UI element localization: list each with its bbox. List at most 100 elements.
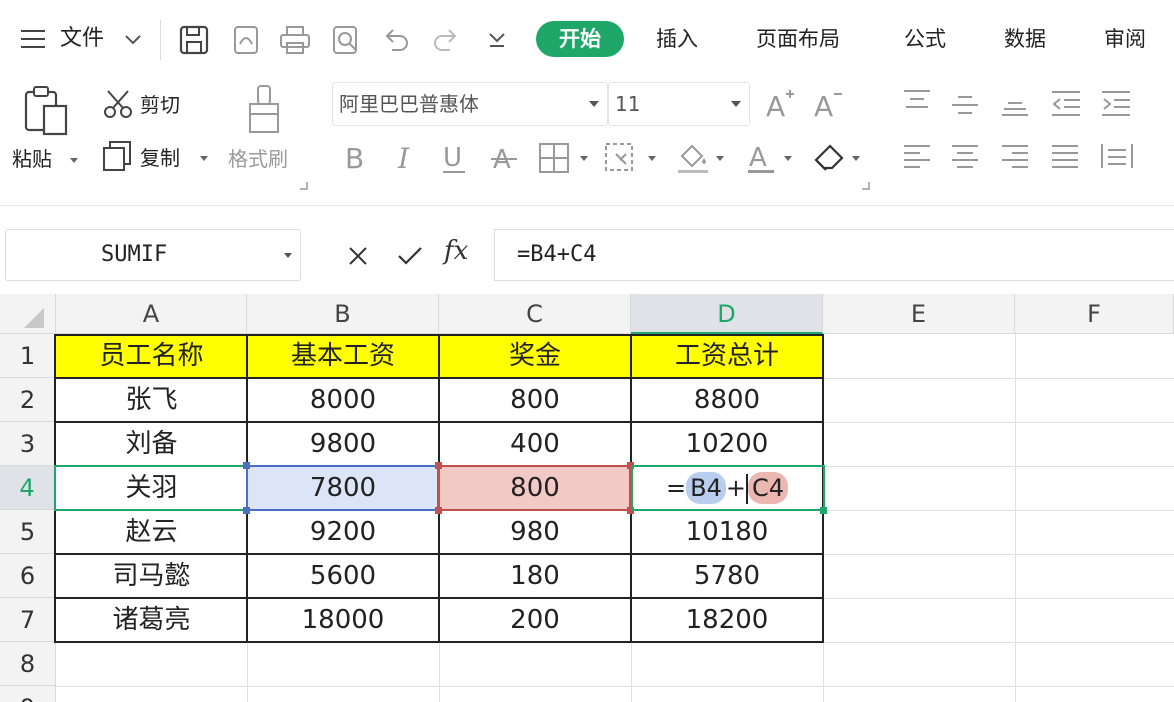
align-bottom-icon[interactable] — [1000, 88, 1030, 118]
italic-icon[interactable]: I — [394, 140, 418, 174]
formula-input[interactable]: =B4+C4 — [494, 229, 1174, 281]
resize-handle[interactable] — [243, 507, 250, 514]
tab-home[interactable]: 开始 — [536, 21, 624, 57]
row-header-3[interactable]: 3 — [0, 422, 56, 466]
font-group-launcher-icon[interactable] — [862, 182, 870, 190]
undo-icon[interactable] — [380, 24, 412, 56]
customize-toolbar-icon[interactable] — [488, 32, 506, 48]
cell-c1[interactable]: 奖金 — [439, 334, 631, 378]
increase-font-size-icon[interactable]: A — [764, 86, 798, 120]
column-header-d[interactable]: D — [631, 294, 823, 334]
fill-color-icon[interactable] — [676, 140, 712, 176]
tab-formulas[interactable]: 公式 — [904, 22, 946, 56]
name-box[interactable]: SUMIF — [5, 229, 301, 281]
save-icon[interactable] — [178, 24, 210, 56]
cell-d2[interactable]: 8800 — [631, 378, 823, 422]
cell-a7[interactable]: 诸葛亮 — [56, 598, 247, 642]
align-center-icon[interactable] — [950, 142, 980, 172]
cell-d3[interactable]: 10200 — [631, 422, 823, 466]
cell-b1[interactable]: 基本工资 — [247, 334, 439, 378]
column-header-e[interactable]: E — [823, 294, 1015, 334]
format-painter-button[interactable]: 格式刷 — [228, 146, 288, 172]
cell-d5[interactable]: 10180 — [631, 510, 823, 554]
cell-c3[interactable]: 400 — [439, 422, 631, 466]
column-header-b[interactable]: B — [247, 294, 439, 334]
paste-icon[interactable] — [22, 84, 70, 136]
borders-icon[interactable] — [538, 142, 570, 174]
redo-icon[interactable] — [430, 24, 462, 56]
tab-insert[interactable]: 插入 — [656, 22, 698, 56]
fill-color-dropdown-caret[interactable] — [716, 156, 724, 161]
format-painter-icon[interactable] — [244, 84, 284, 136]
cell-d6[interactable]: 5780 — [631, 554, 823, 598]
insert-function-button[interactable]: fx — [444, 236, 468, 266]
cell-fill-icon[interactable] — [604, 142, 638, 174]
clear-format-dropdown-caret[interactable] — [852, 156, 860, 161]
cell-c2[interactable]: 800 — [439, 378, 631, 422]
cell-c6[interactable]: 180 — [439, 554, 631, 598]
tab-review[interactable]: 审阅 — [1104, 22, 1146, 56]
group-launcher-icon[interactable] — [300, 182, 308, 190]
cell-d1[interactable]: 工资总计 — [631, 334, 823, 378]
paste-button[interactable]: 粘贴 — [12, 146, 52, 172]
row-header-7[interactable]: 7 — [0, 598, 56, 642]
cell-c7[interactable]: 200 — [439, 598, 631, 642]
tab-data[interactable]: 数据 — [1004, 22, 1046, 56]
cell-d7[interactable]: 18200 — [631, 598, 823, 642]
copy-dropdown-caret[interactable] — [200, 156, 208, 161]
tab-page-layout[interactable]: 页面布局 — [756, 22, 840, 56]
font-color-icon[interactable]: A — [746, 140, 778, 176]
bold-icon[interactable]: B — [342, 140, 370, 174]
increase-indent-icon[interactable] — [1100, 88, 1132, 118]
font-name-select[interactable]: 阿里巴巴普惠体 — [332, 82, 608, 126]
fill-handle[interactable] — [820, 507, 827, 514]
cell-a6[interactable]: 司马懿 — [56, 554, 247, 598]
distributed-align-icon[interactable] — [1100, 140, 1134, 172]
cell-a1[interactable]: 员工名称 — [56, 334, 247, 378]
resize-handle[interactable] — [435, 507, 442, 514]
resize-handle[interactable] — [435, 462, 442, 469]
column-header-c[interactable]: C — [439, 294, 631, 334]
column-header-a[interactable]: A — [56, 294, 247, 334]
decrease-font-size-icon[interactable]: A — [812, 86, 846, 120]
cell-a5[interactable]: 赵云 — [56, 510, 247, 554]
row-header-1[interactable]: 1 — [0, 334, 56, 378]
select-all-button[interactable] — [0, 294, 56, 334]
align-top-icon[interactable] — [902, 88, 932, 118]
underline-icon[interactable]: U — [440, 140, 470, 176]
borders-dropdown-caret[interactable] — [580, 156, 588, 161]
print-icon[interactable] — [278, 24, 312, 56]
print-preview-icon[interactable] — [330, 24, 362, 56]
cell-b3[interactable]: 9800 — [247, 422, 439, 466]
clear-format-icon[interactable] — [812, 140, 848, 174]
copy-button[interactable]: 复制 — [140, 145, 180, 171]
paste-dropdown-caret[interactable] — [70, 158, 78, 163]
cell-b7[interactable]: 18000 — [247, 598, 439, 642]
row-header-5[interactable]: 5 — [0, 510, 56, 554]
cancel-entry-icon[interactable] — [346, 244, 370, 268]
cell-fill-dropdown-caret[interactable] — [648, 156, 656, 161]
row-header-6[interactable]: 6 — [0, 554, 56, 598]
row-header-8[interactable]: 8 — [0, 642, 56, 686]
cell-a2[interactable]: 张飞 — [56, 378, 247, 422]
copy-icon[interactable] — [102, 140, 132, 172]
decrease-indent-icon[interactable] — [1050, 88, 1082, 118]
chevron-down-icon[interactable] — [124, 34, 142, 46]
row-header-2[interactable]: 2 — [0, 378, 56, 422]
strikethrough-icon[interactable]: A — [490, 140, 520, 176]
resize-handle[interactable] — [243, 462, 250, 469]
cut-button[interactable]: 剪切 — [140, 92, 180, 118]
cell-b2[interactable]: 8000 — [247, 378, 439, 422]
row-header-4[interactable]: 4 — [0, 466, 56, 510]
align-middle-icon[interactable] — [950, 88, 980, 118]
cell-a3[interactable]: 刘备 — [56, 422, 247, 466]
font-size-select[interactable]: 11 — [608, 82, 750, 126]
name-box-caret[interactable] — [284, 253, 292, 258]
justify-icon[interactable] — [1050, 142, 1080, 172]
font-color-dropdown-caret[interactable] — [784, 156, 792, 161]
scissors-icon[interactable] — [102, 88, 134, 120]
cell-c5[interactable]: 980 — [439, 510, 631, 554]
export-pdf-icon[interactable] — [230, 24, 262, 56]
row-header-9[interactable]: 9 — [0, 686, 56, 702]
cell-b5[interactable]: 9200 — [247, 510, 439, 554]
